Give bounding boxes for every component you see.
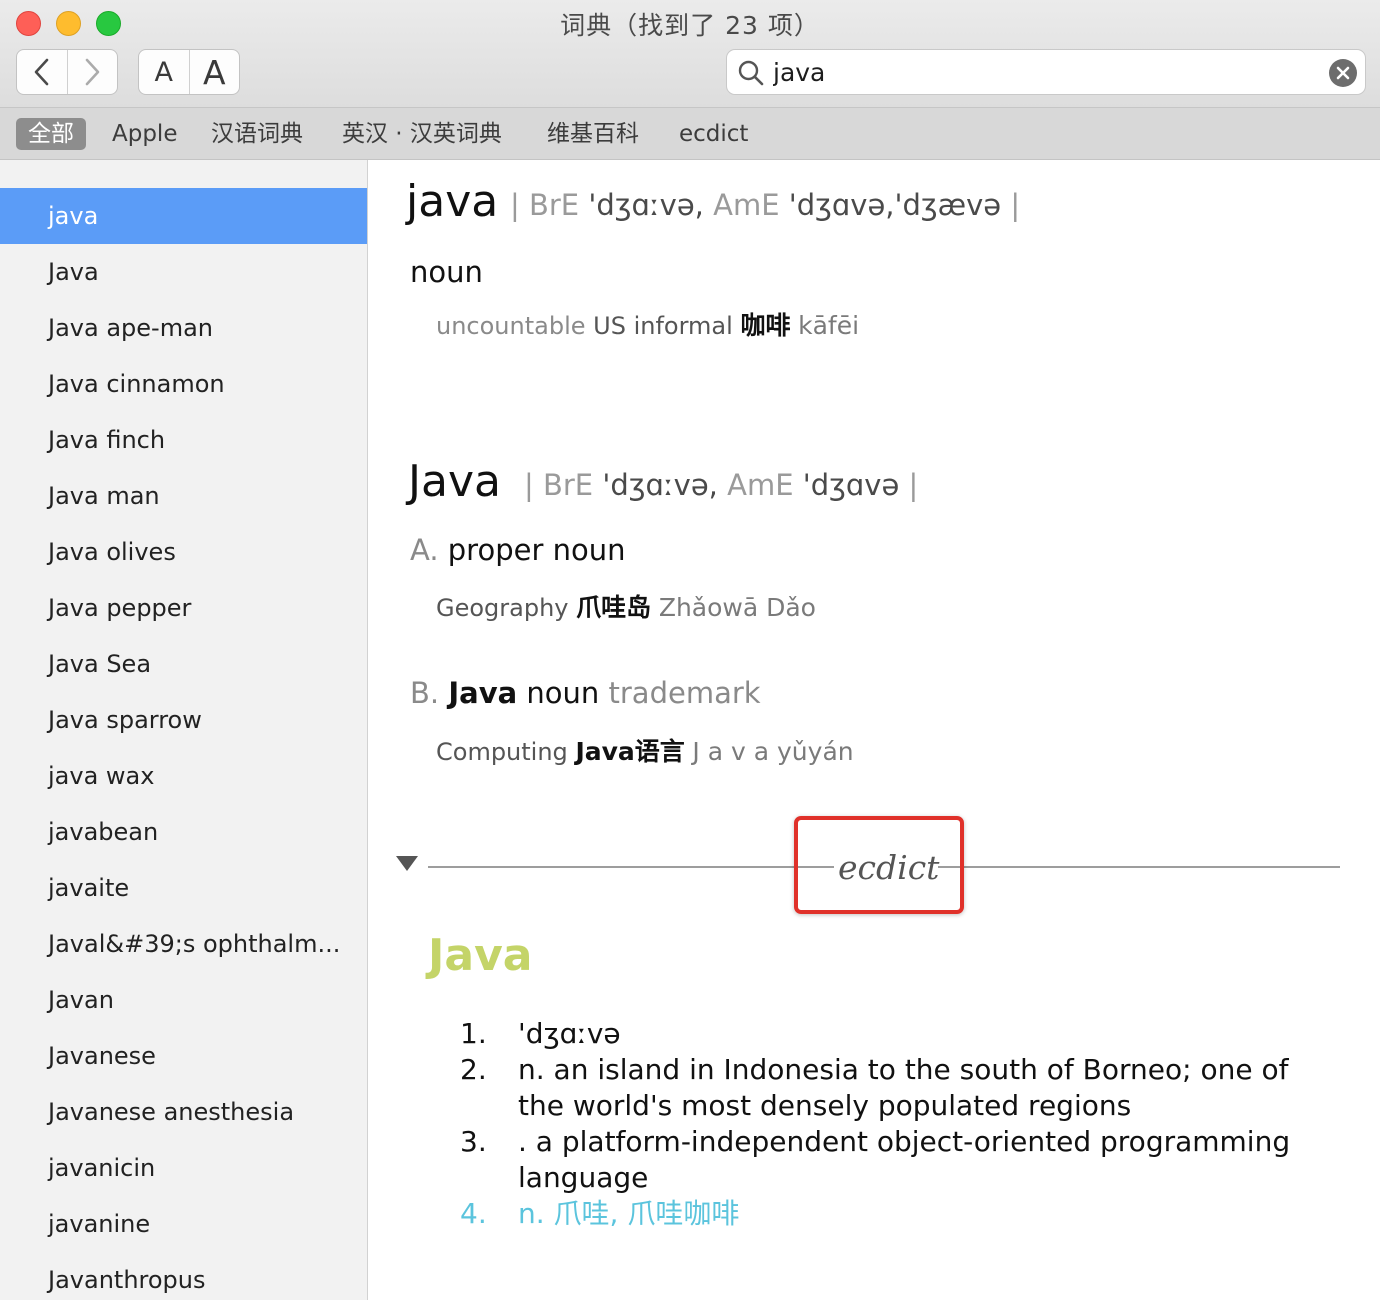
definition-item: 3. . a platform-independent object-orien… <box>460 1124 1340 1196</box>
window-title: 词典（找到了 23 项） <box>560 11 820 40</box>
result-item[interactable]: java wax <box>0 748 367 804</box>
search-icon <box>738 60 764 86</box>
sense-letter: B. <box>410 676 440 710</box>
scope-tab-english-chinese[interactable]: 英汉 · 汉英词典 <box>338 118 506 150</box>
region-label: US informal <box>593 312 733 340</box>
entry-pronunciation: | BrE 'dʒɑːvə, AmE 'dʒɑvə | <box>524 468 918 502</box>
font-size-buttons: A A <box>138 49 240 95</box>
sense-pos: noun <box>526 676 600 710</box>
result-item[interactable]: Java man <box>0 468 367 524</box>
chinese-translation: Java语言 <box>575 737 685 766</box>
search-input[interactable] <box>773 54 1313 90</box>
section-divider <box>938 866 1340 868</box>
result-item[interactable]: java <box>0 188 367 244</box>
result-item[interactable]: Java ape-man <box>0 300 367 356</box>
definition-list: 1. 'dʒɑːvə 2. n. an island in Indonesia … <box>460 1016 1340 1232</box>
scope-tab-chinese-dictionary[interactable]: 汉语词典 <box>207 118 307 150</box>
pinyin: kāfēi <box>798 311 860 340</box>
definition-pane: java | BrE 'dʒɑːvə, AmE 'dʒɑvə,'dʒævə | … <box>368 160 1380 1300</box>
sense-word: Java <box>448 676 518 710</box>
subject-label: Geography <box>436 594 569 622</box>
sense-letter: A. <box>410 533 439 567</box>
result-item[interactable]: Javan <box>0 972 367 1028</box>
navigation-buttons <box>16 49 118 95</box>
pinyin: J a v a yǔyán <box>692 737 854 766</box>
bre-label: | BrE <box>524 468 594 502</box>
definition-text: n. an island in Indonesia to the south o… <box>518 1053 1289 1122</box>
scope-tab-all[interactable]: 全部 <box>16 118 86 150</box>
entry-pronunciation: | BrE 'dʒɑːvə, AmE 'dʒɑvə,'dʒævə | <box>510 188 1020 222</box>
result-item[interactable]: javaite <box>0 860 367 916</box>
result-item[interactable]: Java olives <box>0 524 367 580</box>
result-item[interactable]: Java cinnamon <box>0 356 367 412</box>
entry-headword: Java <box>408 456 501 507</box>
chinese-translation: 爪哇岛 <box>576 593 652 622</box>
definition-number: 3. <box>460 1125 487 1158</box>
result-item[interactable]: Java pepper <box>0 580 367 636</box>
scope-tab-ecdict[interactable]: ecdict <box>675 118 752 150</box>
search-field[interactable] <box>726 49 1366 95</box>
result-item[interactable]: Java <box>0 244 367 300</box>
decrease-font-button[interactable]: A <box>139 50 189 94</box>
result-item[interactable]: Java sparrow <box>0 692 367 748</box>
chevron-right-icon <box>85 58 100 86</box>
sense-b-header: B. Java noun trademark <box>410 676 761 710</box>
bre-phonetic: 'dʒɑːvə, <box>588 188 704 222</box>
sense-line: Computing Java语言 J a v a yǔyán <box>436 732 854 768</box>
annotation-highlight-box <box>794 816 964 914</box>
ecdict-headword: Java <box>428 930 533 981</box>
ame-phonetic: 'dʒɑvə,'dʒævə <box>788 188 1002 222</box>
dictionary-window: 词典（找到了 23 项） A A java 全部 Apple 汉语词典 英汉 ·… <box>0 0 1380 1300</box>
definition-item: 4. n. 爪哇, 爪哇咖啡 <box>460 1196 1340 1232</box>
forward-button[interactable] <box>66 50 118 94</box>
definition-number: 2. <box>460 1053 487 1086</box>
increase-font-button[interactable]: A <box>188 50 240 94</box>
result-item[interactable]: Javanthropus <box>0 1252 367 1300</box>
clear-icon <box>1336 66 1350 80</box>
toolbar: 词典（找到了 23 项） A A <box>0 0 1380 108</box>
chevron-left-icon <box>34 58 49 86</box>
result-item[interactable]: Javal&#39;s ophthalm... <box>0 916 367 972</box>
results-sidebar: java Java Java ape-man Java cinnamon Jav… <box>0 160 368 1300</box>
result-item[interactable]: Java finch <box>0 412 367 468</box>
sense-line: uncountable US informal 咖啡 kāfēi <box>436 306 859 342</box>
definition-number: 1. <box>460 1017 487 1050</box>
scope-tab-wikipedia[interactable]: 维基百科 <box>543 118 643 150</box>
definition-number: 4. <box>460 1197 487 1230</box>
sense-pos: proper noun <box>447 533 626 567</box>
result-item[interactable]: Javanese anesthesia <box>0 1084 367 1140</box>
chinese-translation: 咖啡 <box>740 311 791 340</box>
subject-label: Computing <box>436 738 568 766</box>
trademark-label: trademark <box>608 676 761 710</box>
bre-label: | BrE <box>510 188 580 222</box>
definition-item: 2. n. an island in Indonesia to the sout… <box>460 1052 1340 1124</box>
ame-phonetic: 'dʒɑvə <box>802 468 900 502</box>
definition-text: . a platform-independent object-oriented… <box>518 1125 1291 1194</box>
sense-a-header: A. proper noun <box>410 533 625 567</box>
result-item[interactable]: javanine <box>0 1196 367 1252</box>
result-item[interactable]: javabean <box>0 804 367 860</box>
definition-text: n. 爪哇, 爪哇咖啡 <box>518 1197 740 1230</box>
definition-text: 'dʒɑːvə <box>518 1017 621 1050</box>
back-button[interactable] <box>17 50 67 94</box>
dictionary-scope-bar: 全部 Apple 汉语词典 英汉 · 汉英词典 维基百科 ecdict <box>0 108 1380 160</box>
ame-label: AmE <box>713 188 780 222</box>
result-item[interactable]: Java Sea <box>0 636 367 692</box>
pron-end: | <box>1010 188 1021 222</box>
result-item[interactable]: Javanese <box>0 1028 367 1084</box>
entry-headword: java <box>406 176 499 227</box>
bre-phonetic: 'dʒɑːvə, <box>602 468 718 502</box>
ame-label: AmE <box>727 468 794 502</box>
pinyin: Zhǎowā Dǎo <box>658 593 816 622</box>
sense-line: Geography 爪哇岛 Zhǎowā Dǎo <box>436 588 816 624</box>
clear-search-button[interactable] <box>1329 59 1357 87</box>
result-item[interactable]: javanicin <box>0 1140 367 1196</box>
pron-end: | <box>908 468 919 502</box>
collapse-triangle-icon[interactable] <box>396 856 418 871</box>
scope-tab-apple[interactable]: Apple <box>108 118 181 150</box>
part-of-speech: noun <box>410 255 483 289</box>
definition-item: 1. 'dʒɑːvə <box>460 1016 1340 1052</box>
section-divider <box>428 866 834 868</box>
usage-label: uncountable <box>436 312 586 340</box>
